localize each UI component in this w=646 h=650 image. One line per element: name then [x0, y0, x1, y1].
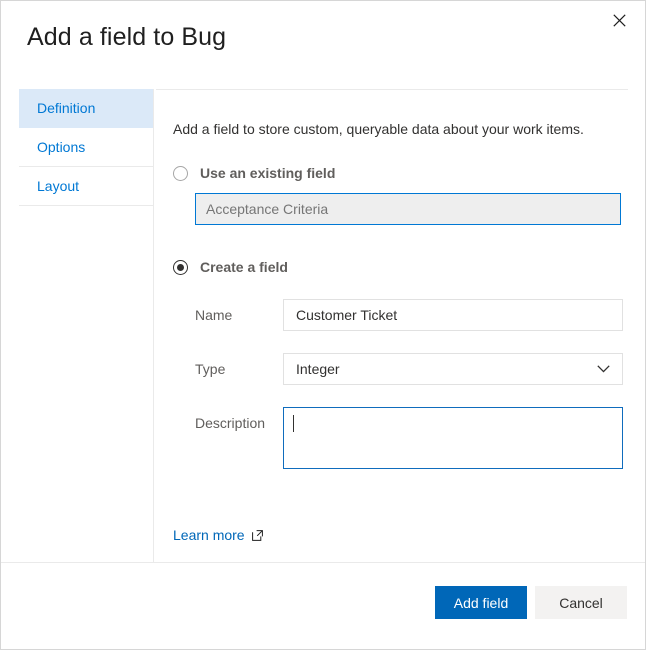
footer-buttons: Add field Cancel — [435, 586, 627, 619]
existing-field-select[interactable]: Acceptance Criteria — [195, 193, 621, 226]
chevron-down-icon — [597, 365, 610, 373]
sidebar-item-label: Definition — [37, 100, 96, 116]
type-label: Type — [195, 361, 226, 378]
type-select-value: Integer — [296, 361, 340, 378]
name-input-value: Customer Ticket — [296, 307, 398, 324]
sidebar: Definition Options Layout — [19, 89, 153, 206]
learn-more-link[interactable]: Learn more — [173, 527, 263, 543]
sidebar-item-options[interactable]: Options — [19, 128, 153, 167]
learn-more-label: Learn more — [173, 527, 245, 544]
sidebar-item-layout[interactable]: Layout — [19, 167, 153, 206]
intro-text: Add a field to store custom, queryable d… — [173, 121, 584, 137]
sidebar-item-label: Options — [37, 139, 86, 155]
create-field-row[interactable]: Create a field — [173, 259, 627, 275]
create-field-form: Name Customer Ticket Type Integer Descri… — [195, 299, 627, 470]
sidebar-item-definition[interactable]: Definition — [19, 89, 153, 128]
dialog-footer: Add field Cancel — [1, 562, 645, 649]
dialog-header: Add a field to Bug — [1, 1, 645, 89]
cancel-button[interactable]: Cancel — [535, 586, 627, 619]
radio-create-field[interactable] — [173, 259, 188, 275]
existing-field-value: Acceptance Criteria — [206, 201, 329, 218]
radio-use-existing-field-label[interactable]: Use an existing field — [200, 165, 335, 181]
use-existing-field-row[interactable]: Use an existing field — [173, 165, 627, 181]
external-link-icon — [251, 529, 263, 541]
add-field-button[interactable]: Add field — [435, 586, 527, 619]
definition-panel: Add a field to store custom, queryable d… — [173, 89, 627, 545]
radio-create-field-label[interactable]: Create a field — [200, 259, 288, 275]
text-caret — [293, 415, 294, 433]
description-textarea[interactable] — [283, 407, 623, 470]
close-button[interactable] — [601, 4, 637, 36]
dialog-body: Definition Options Layout Add a field to… — [1, 89, 645, 563]
name-label: Name — [195, 307, 233, 324]
sidebar-item-label: Layout — [37, 178, 80, 194]
add-field-dialog: Add a field to Bug Definition Options La… — [0, 0, 646, 650]
close-icon — [612, 13, 626, 27]
description-row: Description — [195, 407, 627, 470]
name-row: Name Customer Ticket — [195, 299, 627, 332]
name-input[interactable]: Customer Ticket — [283, 299, 623, 332]
type-select[interactable]: Integer — [283, 353, 623, 386]
type-row: Type Integer — [195, 353, 627, 386]
page-title: Add a field to Bug — [27, 23, 227, 51]
description-label: Description — [195, 415, 266, 432]
sidebar-divider — [153, 89, 154, 563]
radio-use-existing-field[interactable] — [173, 165, 188, 181]
